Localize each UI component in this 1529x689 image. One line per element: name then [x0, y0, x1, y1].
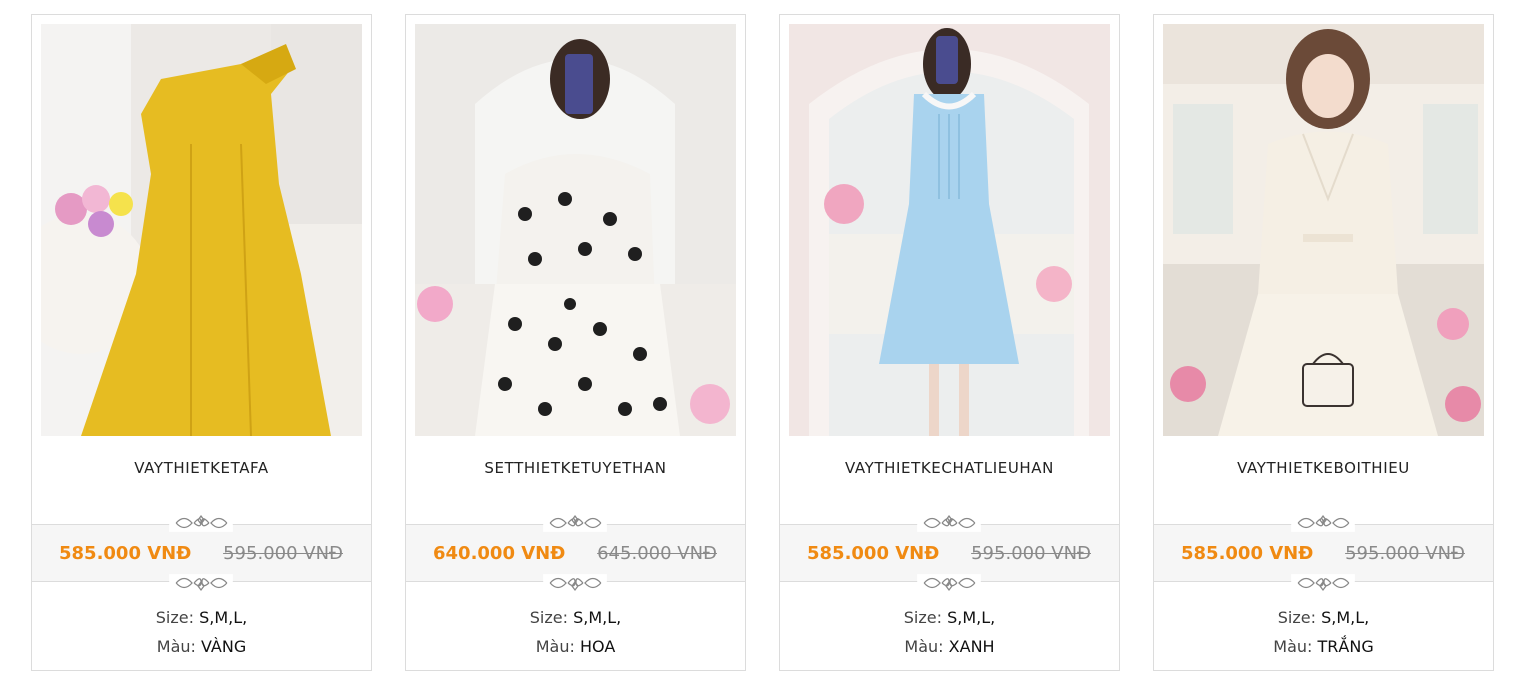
size-label: Size: [529, 608, 568, 627]
product-image-link[interactable] [41, 24, 362, 436]
product-meta: Size: S,M,L, Màu: TRẮNG [1154, 603, 1493, 661]
color-value: XANH [948, 637, 995, 656]
color-row: Màu: VÀNG [32, 632, 371, 661]
size-row: Size: S,M,L, [1154, 603, 1493, 632]
product-grid: VAYTHIETKETAFA 585.000 VNĐ 595.000 VNĐ S… [31, 14, 1494, 671]
product-photo [1163, 24, 1484, 436]
color-label: Màu: [904, 637, 944, 656]
color-label: Màu: [535, 637, 575, 656]
product-meta: Size: S,M,L, Màu: XANH [780, 603, 1119, 661]
ornament-bottom-icon [406, 572, 745, 594]
product-title[interactable]: VAYTHIETKECHATLIEUHAN [780, 459, 1119, 477]
sale-price: 585.000 VNĐ [807, 543, 940, 564]
color-label: Màu: [156, 637, 196, 656]
sale-price: 585.000 VNĐ [59, 543, 192, 564]
color-row: Màu: TRẮNG [1154, 632, 1493, 661]
size-value: S,M,L, [947, 608, 996, 627]
product-photo [41, 24, 362, 436]
size-value: S,M,L, [573, 608, 622, 627]
size-value: S,M,L, [1321, 608, 1370, 627]
product-photo [789, 24, 1110, 436]
product-card[interactable]: VAYTHIETKETAFA 585.000 VNĐ 595.000 VNĐ S… [31, 14, 372, 671]
color-row: Màu: XANH [780, 632, 1119, 661]
ornament-top-icon [406, 512, 745, 534]
size-value: S,M,L, [199, 608, 248, 627]
product-meta: Size: S,M,L, Màu: HOA [406, 603, 745, 661]
product-image-link[interactable] [415, 24, 736, 436]
size-label: Size: [903, 608, 942, 627]
color-value: HOA [579, 637, 616, 656]
color-label: Màu: [1273, 637, 1313, 656]
size-row: Size: S,M,L, [780, 603, 1119, 632]
original-price: 595.000 VNĐ [971, 543, 1091, 564]
original-price: 595.000 VNĐ [1345, 543, 1465, 564]
ornament-top-icon [780, 512, 1119, 534]
product-card[interactable]: VAYTHIETKEBOITHIEU 585.000 VNĐ 595.000 V… [1153, 14, 1494, 671]
original-price: 645.000 VNĐ [597, 543, 717, 564]
color-value: VÀNG [201, 637, 247, 656]
sale-price: 640.000 VNĐ [433, 543, 566, 564]
size-label: Size: [155, 608, 194, 627]
product-photo [415, 24, 736, 436]
product-image-link[interactable] [789, 24, 1110, 436]
product-card[interactable]: SETTHIETKETUYETHAN 640.000 VNĐ 645.000 V… [405, 14, 746, 671]
ornament-bottom-icon [32, 572, 371, 594]
ornament-bottom-icon [780, 572, 1119, 594]
size-row: Size: S,M,L, [32, 603, 371, 632]
product-card[interactable]: VAYTHIETKECHATLIEUHAN 585.000 VNĐ 595.00… [779, 14, 1120, 671]
sale-price: 585.000 VNĐ [1181, 543, 1314, 564]
color-row: Màu: HOA [406, 632, 745, 661]
product-title[interactable]: SETTHIETKETUYETHAN [406, 459, 745, 477]
product-title[interactable]: VAYTHIETKETAFA [32, 459, 371, 477]
product-meta: Size: S,M,L, Màu: VÀNG [32, 603, 371, 661]
product-title[interactable]: VAYTHIETKEBOITHIEU [1154, 459, 1493, 477]
original-price: 595.000 VNĐ [223, 543, 343, 564]
size-row: Size: S,M,L, [406, 603, 745, 632]
size-label: Size: [1277, 608, 1316, 627]
color-value: TRẮNG [1317, 637, 1374, 656]
product-image-link[interactable] [1163, 24, 1484, 436]
ornament-top-icon [1154, 512, 1493, 534]
ornament-bottom-icon [1154, 572, 1493, 594]
ornament-top-icon [32, 512, 371, 534]
